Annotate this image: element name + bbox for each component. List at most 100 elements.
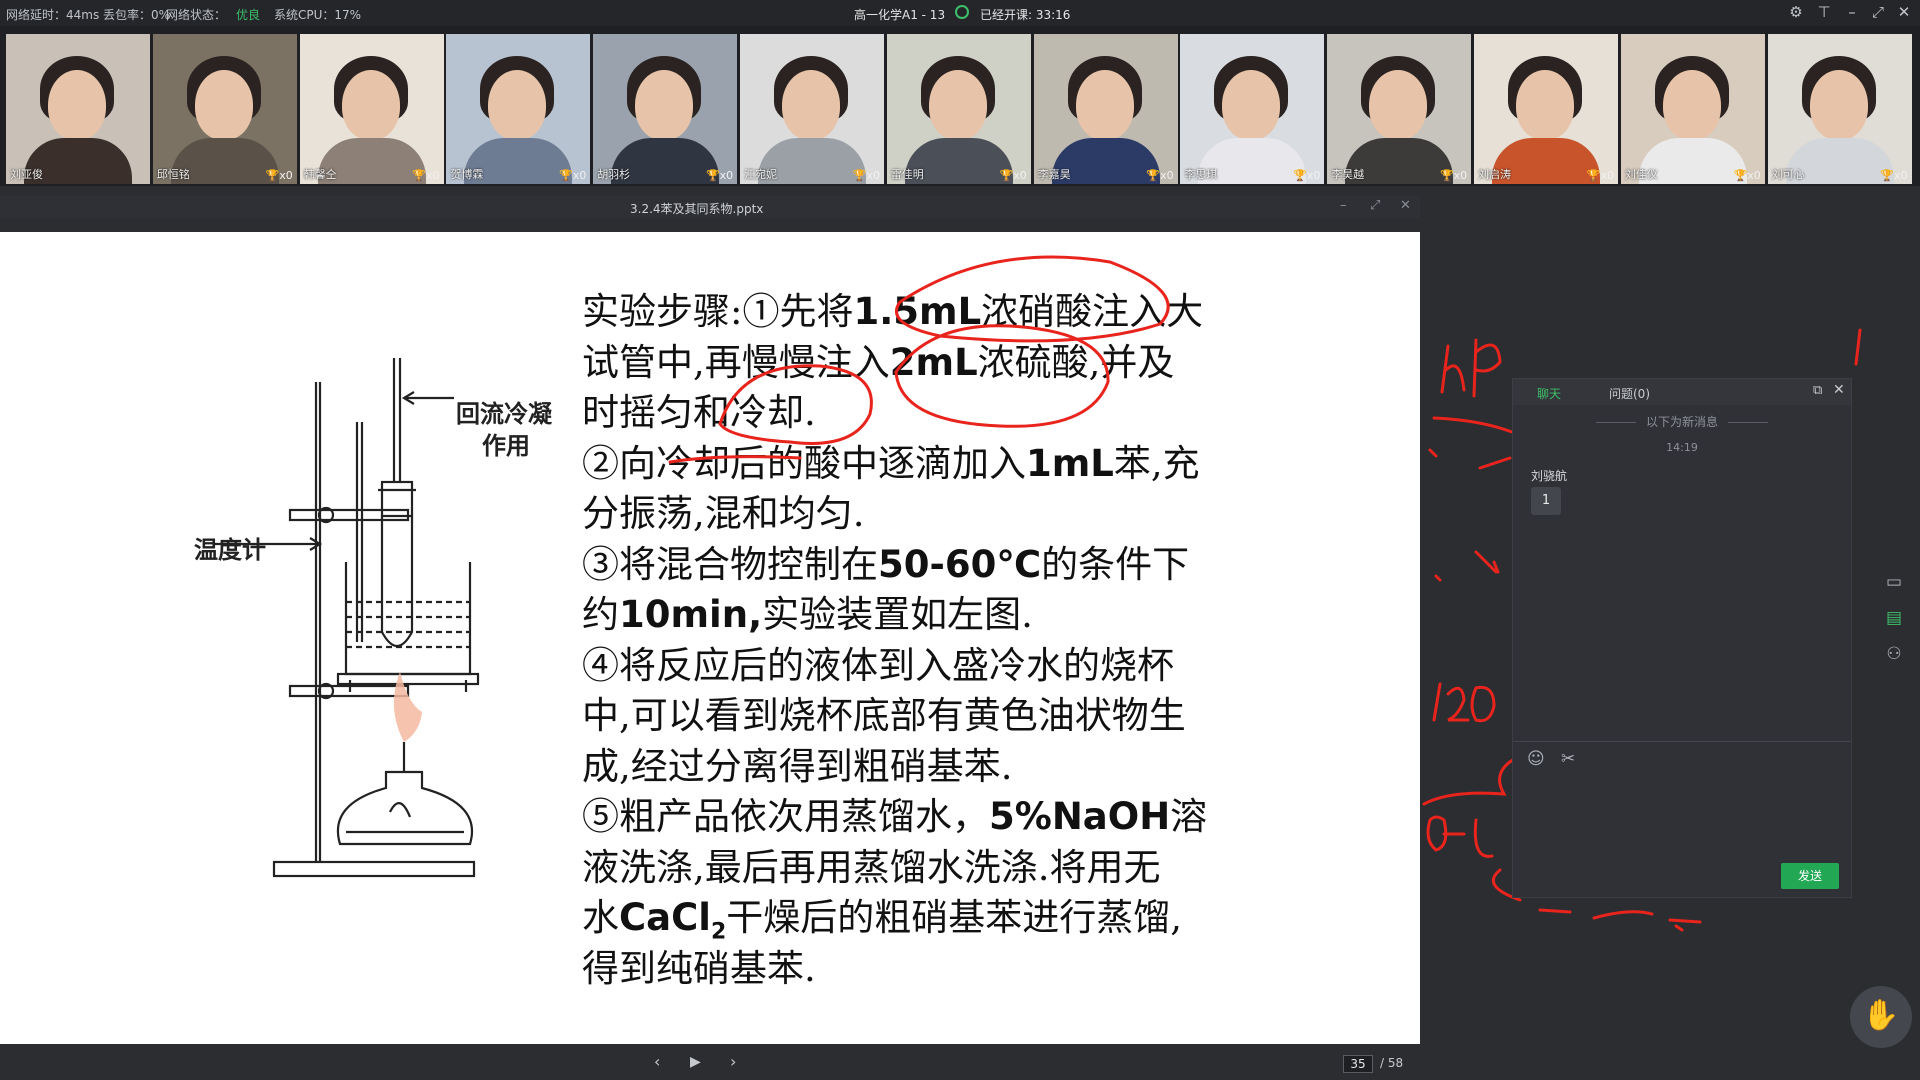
next-page-icon[interactable]: › <box>730 1052 736 1071</box>
trophy-value: x0 <box>426 169 440 182</box>
trophy-icon: 🏆 <box>1146 169 1161 182</box>
trophy-icon: 🏆 <box>1733 169 1748 182</box>
slide-window-titlebar: 3.2.4苯及其同系物.pptx – ⤢ ✕ <box>0 196 1420 218</box>
top-status-bar: 网络延时：44ms 丢包率：0% 网络状态： 优良 系统CPU：17% 高一化学… <box>0 0 1920 26</box>
participant-name: 刘启涛 <box>1478 168 1511 181</box>
participant-video-tile[interactable]: 贺博霖 🏆x0 <box>446 34 591 184</box>
trophy-value: x0 <box>1160 169 1174 182</box>
participant-name: 江宛妮 <box>744 168 777 181</box>
play-icon[interactable]: ▶ <box>690 1054 701 1070</box>
maximize-icon[interactable]: ⤢ <box>1370 198 1380 213</box>
participant-video-tile[interactable]: 李嘉昊 🏆x0 <box>1033 34 1178 184</box>
maximize-icon[interactable]: ⤢ <box>1868 3 1888 21</box>
participant-video-tile[interactable]: 邱恒铭 🏆x0 <box>152 34 297 184</box>
trophy-icon: 🏆 <box>852 169 867 182</box>
trophy-count: 🏆x0 <box>1734 169 1761 182</box>
chat-panel: 聊天 问题(0) ⧉ ✕ 以下为新消息 14:19 刘骁航 1 ☺ ✂ 发送 <box>1512 378 1852 898</box>
participant-face <box>1516 70 1574 140</box>
pin-icon[interactable]: ⊤ <box>1814 3 1834 21</box>
participant-video-tile[interactable]: 刘亚俊 <box>6 34 150 184</box>
minimize-icon[interactable]: – <box>1842 3 1862 21</box>
message-time: 14:19 <box>1666 441 1698 454</box>
trophy-value: x0 <box>719 169 734 182</box>
trophy-value: x0 <box>1453 169 1468 182</box>
participant-face <box>635 70 694 140</box>
trophy-value: x0 <box>1894 169 1908 182</box>
chat-icon[interactable]: ▤ <box>1878 602 1910 634</box>
popout-icon[interactable]: ⧉ <box>1813 383 1822 398</box>
participant-video-tile[interactable]: 刘佳仪 🏆x0 <box>1620 34 1765 184</box>
trophy-icon: 🏆 <box>1439 169 1454 182</box>
participant-name: 邱恒铭 <box>156 168 190 181</box>
trophy-icon: 🏆 <box>1880 169 1895 182</box>
participant-name: 胡羽杉 <box>597 168 631 181</box>
close-icon[interactable]: ✕ <box>1833 382 1845 398</box>
packet-loss-text: 丢包率：0% <box>103 8 171 22</box>
participant-video-tile[interactable]: 李昊越 🏆x0 <box>1327 34 1472 184</box>
participant-face <box>1222 70 1281 140</box>
annotation-layer <box>668 255 1170 464</box>
trophy-count: 🏆x0 <box>1146 169 1173 182</box>
participant-face <box>782 70 840 140</box>
trophy-count: 🏆x0 <box>1880 169 1907 182</box>
prev-page-icon[interactable]: ‹ <box>654 1052 660 1071</box>
minimize-icon[interactable]: – <box>1340 198 1347 213</box>
page-number-input[interactable]: 35 <box>1343 1055 1373 1073</box>
trophy-value: x0 <box>572 169 587 182</box>
participant-video-tile[interactable]: 江宛妮 🏆x0 <box>740 34 884 184</box>
participant-face <box>1369 70 1428 140</box>
new-messages-divider: 以下为新消息 <box>1513 413 1851 430</box>
participant-video-tile[interactable]: 韩馨仝 🏆x0 <box>299 34 444 184</box>
emoji-icon[interactable]: ☺ <box>1527 749 1545 769</box>
trophy-count: 🏆x0 <box>1440 169 1467 182</box>
send-button[interactable]: 发送 <box>1781 863 1839 889</box>
participant-video-tile[interactable]: 雷佳明 🏆x0 <box>886 34 1031 184</box>
participant-name: 李嘉昊 <box>1037 168 1071 181</box>
trophy-count: 🏆x0 <box>266 169 293 182</box>
participant-face <box>928 70 987 140</box>
participant-name: 韩馨仝 <box>303 168 337 181</box>
raise-hand-button[interactable]: ✋ <box>1850 986 1912 1048</box>
network-status-value: 优良 <box>236 8 261 22</box>
trophy-icon: 🏆 <box>1293 169 1307 182</box>
trophy-count: 🏆x0 <box>1000 169 1027 182</box>
cpu-text: 系统CPU：17% <box>274 8 362 22</box>
participant-video-tile[interactable]: 李思琪 🏆x0 <box>1180 34 1325 184</box>
participant-name: 刘亚俊 <box>10 168 43 181</box>
gear-icon[interactable]: ⚙ <box>1786 3 1806 21</box>
trophy-value: x0 <box>1600 169 1614 182</box>
slide-filename: 3.2.4苯及其同系物.pptx <box>630 202 764 216</box>
close-icon[interactable]: ✕ <box>1400 198 1411 213</box>
participant-face <box>1809 70 1868 140</box>
trophy-icon: 🏆 <box>559 169 573 182</box>
input-divider <box>1513 741 1851 742</box>
message-sender: 刘骁航 <box>1531 469 1568 483</box>
participant-name: 刘可心 <box>1771 168 1805 181</box>
page-total: / 58 <box>1380 1056 1404 1070</box>
clock-icon <box>955 5 969 19</box>
trophy-icon: 🏆 <box>705 169 720 182</box>
participant-name: 刘佳仪 <box>1624 168 1658 181</box>
trophy-icon: 🏆 <box>412 169 427 182</box>
participant-name: 李思琪 <box>1184 168 1218 181</box>
hand-icon: ✋ <box>1862 998 1900 1033</box>
tab-chat[interactable]: 聊天 <box>1537 385 1561 402</box>
tab-questions[interactable]: 问题(0) <box>1609 385 1650 402</box>
trophy-value: x0 <box>1747 169 1761 182</box>
message-bubble: 1 <box>1531 487 1561 515</box>
whiteboard-icon[interactable]: ▭ <box>1878 566 1910 598</box>
trophy-count: 🏆x0 <box>1293 169 1320 182</box>
network-label: 网络状态： <box>166 8 227 22</box>
trophy-icon: 🏆 <box>265 169 280 182</box>
participant-name: 雷佳明 <box>890 168 924 181</box>
participant-video-tile[interactable]: 胡羽杉 🏆x0 <box>593 34 738 184</box>
scissors-icon[interactable]: ✂ <box>1561 749 1575 769</box>
trophy-count: 🏆x0 <box>559 169 586 182</box>
trophy-icon: 🏆 <box>1586 169 1601 182</box>
close-icon[interactable]: ✕ <box>1894 3 1914 21</box>
trophy-icon: 🏆 <box>999 169 1014 182</box>
participant-video-tile[interactable]: 刘启涛 🏆x0 <box>1474 34 1618 184</box>
participant-video-tile[interactable]: 刘可心 🏆x0 <box>1767 34 1912 184</box>
members-icon[interactable]: ⚇ <box>1878 638 1910 670</box>
participant-name: 李昊越 <box>1331 168 1365 181</box>
